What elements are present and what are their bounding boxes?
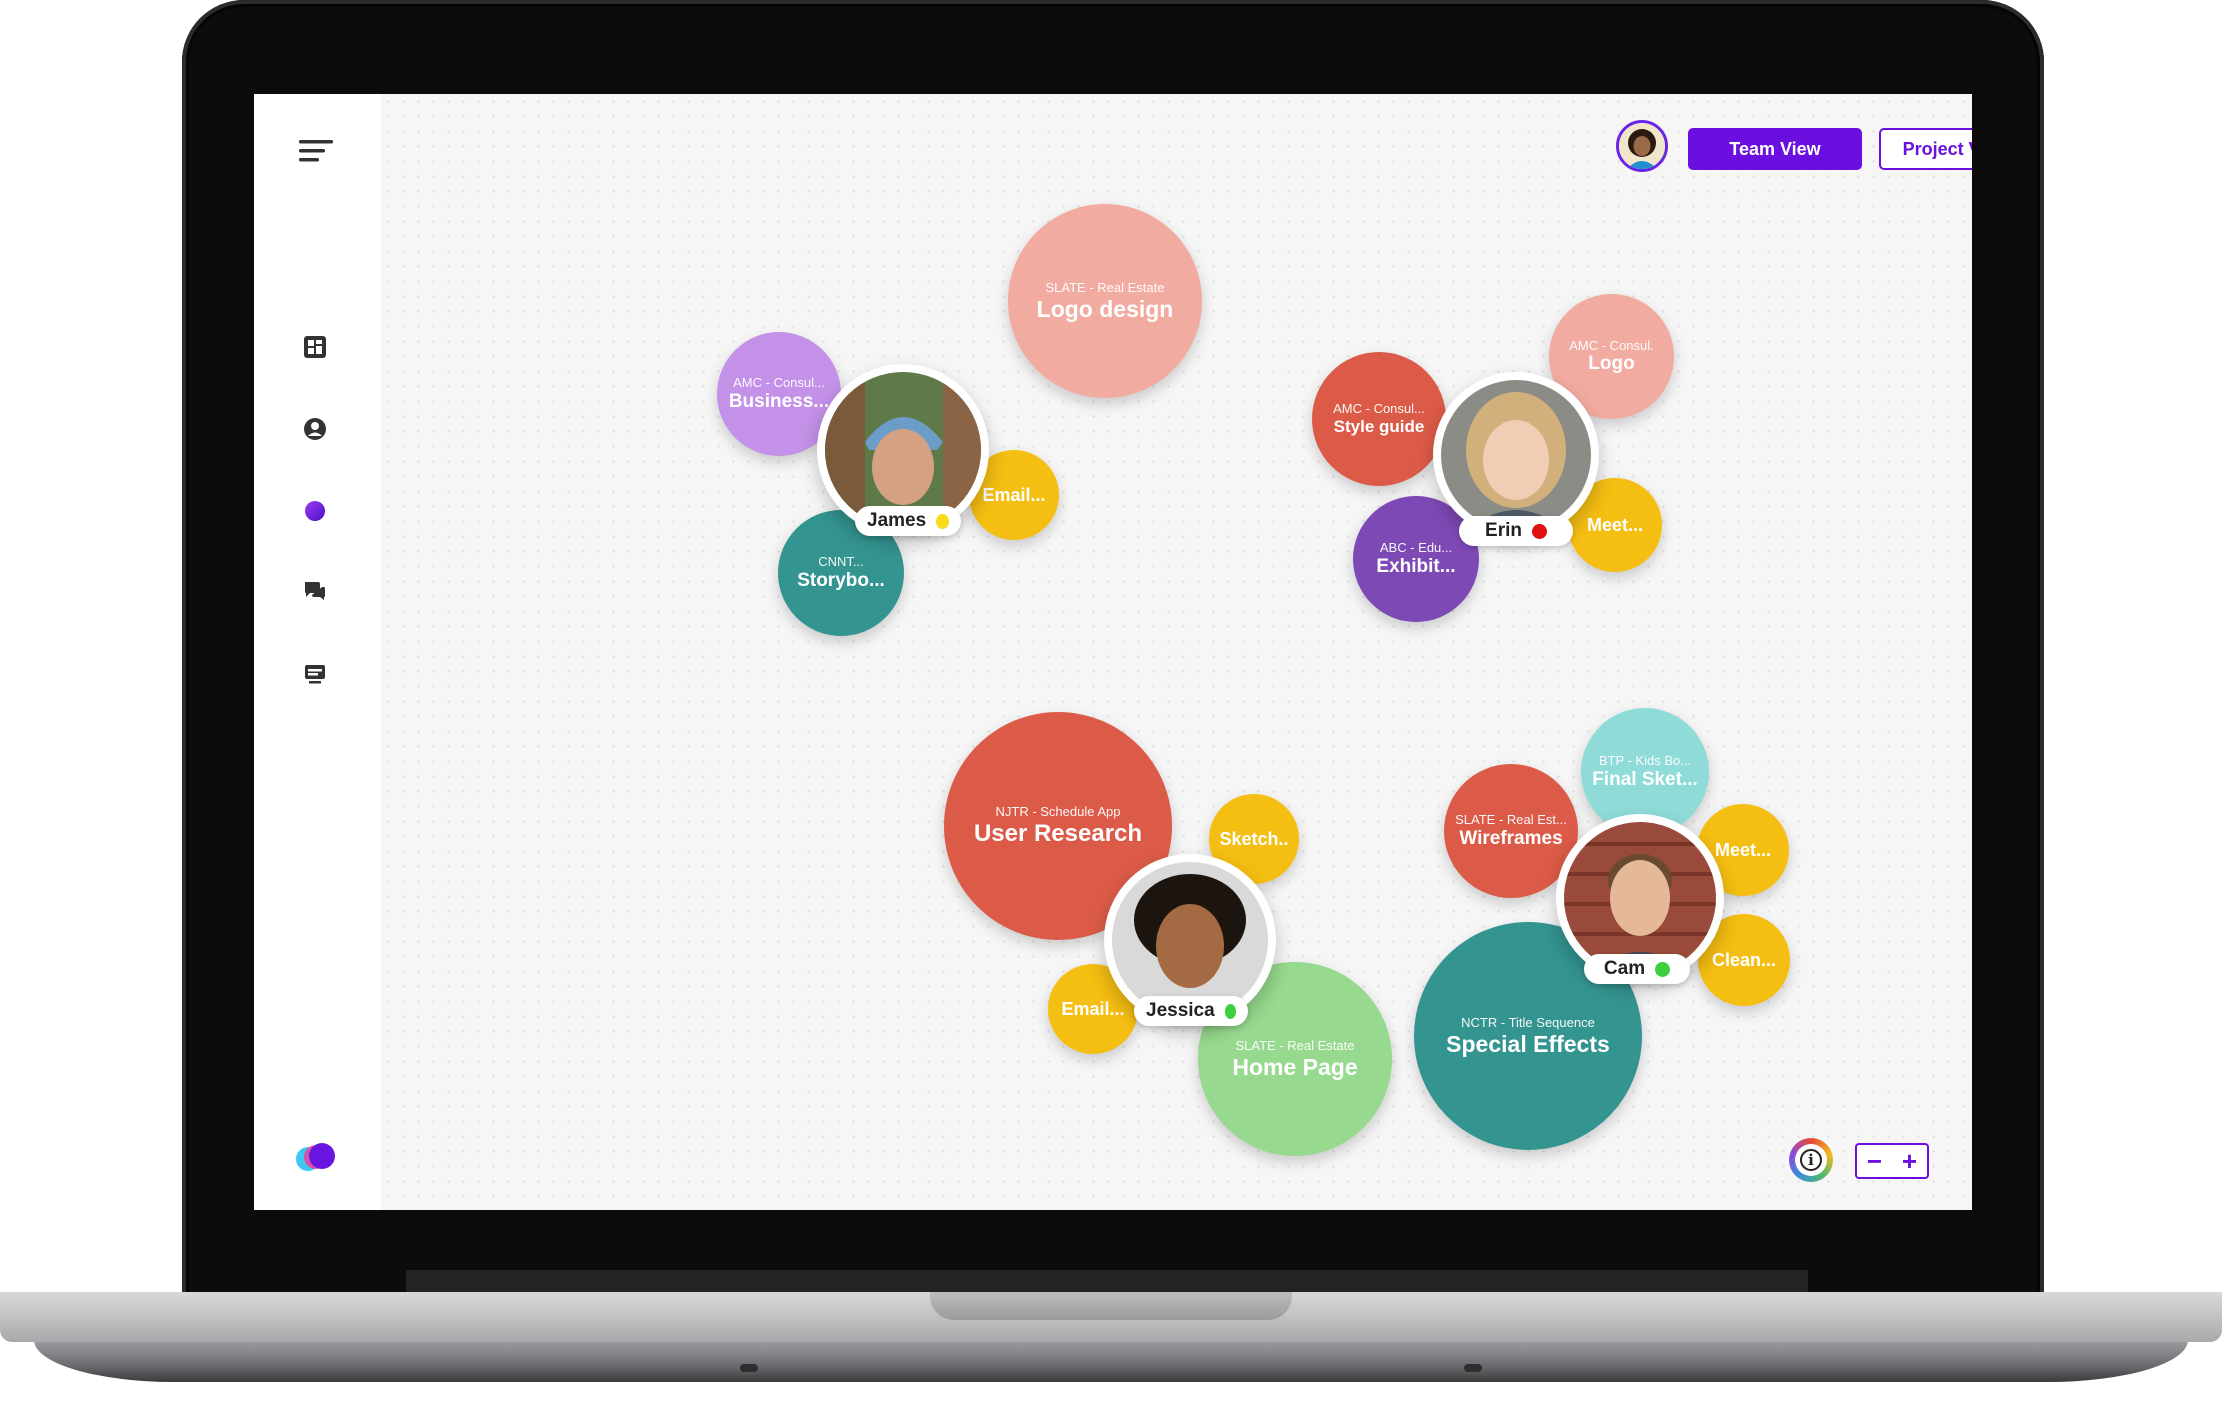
status-dot: [1224, 1003, 1236, 1019]
member-name-tag: Erin: [1459, 516, 1573, 546]
zoom-out-button[interactable]: −: [1867, 1146, 1882, 1177]
team-member-avatar[interactable]: James: [817, 364, 989, 536]
task-bubble-title: Logo: [1588, 353, 1635, 375]
task-bubble-title: Email...: [1061, 998, 1125, 1019]
member-name-tag: James: [855, 506, 961, 536]
task-bubble-subtitle: BTP - Kids Bo...: [1598, 753, 1692, 769]
task-bubble-title: Clean...: [1711, 949, 1777, 970]
member-name-tag: Cam: [1584, 954, 1690, 984]
info-glyph: i: [1800, 1149, 1822, 1171]
team-member-avatar[interactable]: Jessica: [1104, 854, 1276, 1026]
laptop-base-bottom: [34, 1340, 2188, 1382]
profile-photo: [1112, 862, 1268, 1018]
bubble-canvas: Team View Project View SLATE - Real Esta…: [381, 94, 1972, 1210]
task-bubble-subtitle: CNNT...: [818, 554, 864, 570]
info-icon: i: [1795, 1144, 1827, 1176]
planet-icon[interactable]: [300, 496, 330, 526]
member-name: Cam: [1603, 958, 1646, 979]
task-bubble-title: Special Effects: [1446, 1030, 1610, 1057]
current-user-avatar[interactable]: [1616, 120, 1668, 172]
member-name: Erin: [1485, 520, 1522, 541]
task-bubble-subtitle: SLATE - Real Estate: [1235, 1037, 1355, 1053]
profile-photo: [1564, 822, 1716, 974]
dashboard-icon[interactable]: [300, 332, 330, 362]
task-bubble-title: Sketch..: [1219, 828, 1289, 849]
task-bubble-title: Home Page: [1232, 1053, 1358, 1080]
zoom-in-button[interactable]: +: [1902, 1146, 1917, 1177]
task-bubble-subtitle: AMC - Consul...: [733, 375, 825, 391]
task-bubble-title: Storybo...: [797, 569, 885, 591]
task-bubble-title: Meet...: [1714, 839, 1771, 860]
laptop-foot: [1464, 1364, 1482, 1372]
status-dot: [1655, 961, 1671, 977]
status-dot: [936, 513, 949, 529]
task-bubble-title: Business...: [728, 390, 830, 412]
project-view-dropdown[interactable]: Project View: [1879, 128, 1972, 170]
task-bubble-title: Email...: [982, 484, 1046, 505]
task-bubble[interactable]: AMC - Consul... Style guide: [1312, 352, 1446, 486]
task-bubble-subtitle: AMC - Consul...: [1333, 401, 1425, 417]
task-bubble-title: Final Sket...: [1592, 768, 1698, 790]
task-bubble-title: Style guide: [1333, 417, 1425, 437]
team-member-avatar[interactable]: Erin: [1433, 372, 1599, 546]
task-bubble-title: Logo design: [1036, 295, 1174, 322]
chat-icon[interactable]: [300, 576, 330, 606]
task-bubble-title: Exhibit...: [1376, 555, 1456, 577]
monitor-icon[interactable]: [300, 659, 330, 689]
task-bubble-subtitle: NJTR - Schedule App: [995, 804, 1121, 820]
profile-photo: [825, 372, 981, 528]
sidebar: [254, 94, 382, 1210]
team-member-avatar[interactable]: Cam: [1556, 814, 1724, 984]
task-bubble-title: Meet...: [1586, 514, 1643, 535]
task-bubble-subtitle: NCTR - Title Sequence: [1461, 1014, 1595, 1030]
app-logo-icon[interactable]: [294, 1140, 340, 1174]
profile-photo: [1441, 380, 1591, 530]
task-bubble-title: Wireframes: [1459, 827, 1563, 849]
team-view-button[interactable]: Team View: [1688, 128, 1862, 170]
laptop-thumb-groove: [930, 1292, 1292, 1320]
task-bubble-title: User Research: [973, 820, 1143, 847]
laptop-foot: [740, 1364, 758, 1372]
app-screen: Team View Project View SLATE - Real Esta…: [254, 94, 1972, 1210]
laptop-hinge: [406, 1270, 1808, 1294]
task-bubble[interactable]: SLATE - Real Estate Logo design: [1008, 204, 1202, 398]
menu-icon[interactable]: [298, 136, 334, 166]
project-view-label: Project View: [1902, 138, 1972, 159]
user-circle-icon[interactable]: [300, 414, 330, 444]
member-name: James: [867, 510, 927, 531]
info-button[interactable]: i: [1789, 1138, 1833, 1182]
member-name-tag: Jessica: [1134, 996, 1248, 1026]
task-bubble-subtitle: SLATE - Real Est...: [1455, 812, 1567, 828]
zoom-control: − +: [1855, 1143, 1929, 1179]
task-bubble-subtitle: AMC - Consul.: [1569, 337, 1654, 353]
task-bubble-subtitle: ABC - Edu...: [1379, 540, 1453, 556]
member-name: Jessica: [1146, 1000, 1215, 1021]
task-bubble-subtitle: SLATE - Real Estate: [1045, 279, 1165, 295]
status-dot: [1531, 523, 1547, 539]
